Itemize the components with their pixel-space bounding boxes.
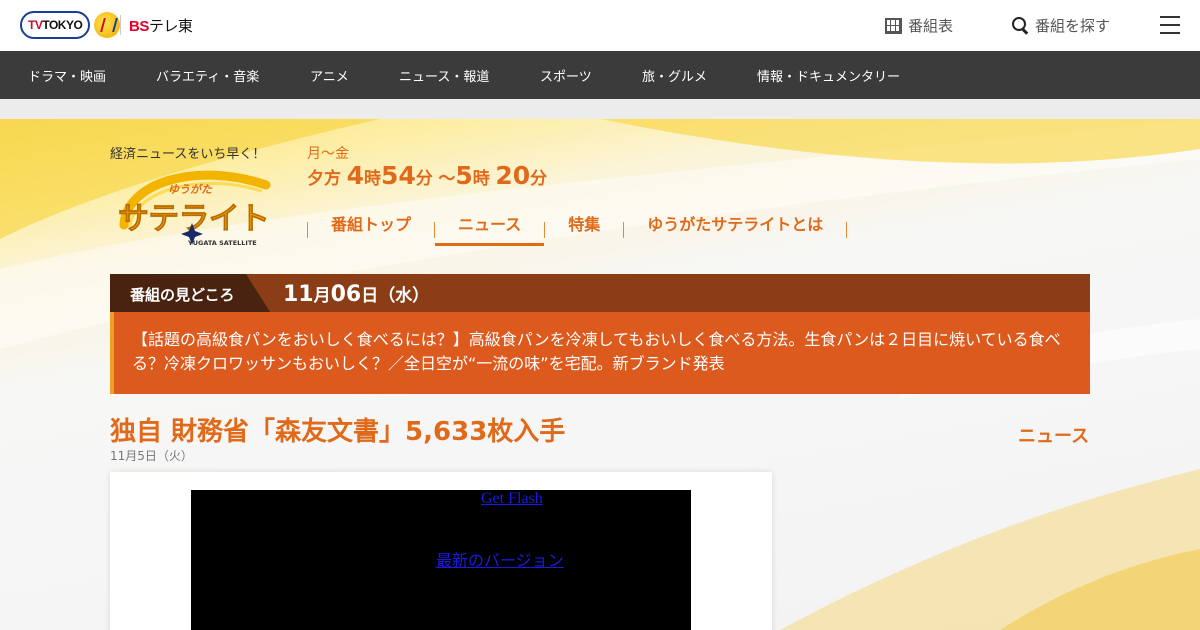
genre-sports[interactable]: スポーツ (540, 66, 592, 85)
bs-tvtokyo-logo[interactable]: BSテレ東 (129, 15, 193, 36)
nanana-mascot-icon (94, 12, 121, 38)
schedule-label: 番組表 (908, 17, 954, 35)
genre-nav: ドラマ・映画 バラエティ・音楽 アニメ ニュース・報道 スポーツ 旅・グルメ 情… (0, 51, 1200, 99)
broadcast-time: 夕方 4時54分 ～5時 20分 (307, 161, 548, 190)
logo-divider (120, 15, 121, 35)
subnav-top[interactable]: 番組トップ (308, 214, 434, 246)
spacer (0, 99, 1200, 119)
tvtokyo-logo[interactable]: TVTOKYO (20, 9, 121, 41)
video-card: Get Flash 最新のバージョン (110, 472, 772, 630)
program-grid-icon (885, 17, 902, 34)
highlight-text: 【話題の高級食パンをおいしく食べるには？】高級食パンを冷凍してもおいしく食べる方… (132, 330, 1061, 373)
hamburger-menu-icon[interactable] (1160, 16, 1180, 34)
highlight-tab-label: 番組の見どころ (130, 286, 235, 304)
get-flash-link[interactable]: Get Flash (481, 490, 543, 508)
article-date: 11月5日（火） (110, 449, 193, 463)
broadcast-days: 月～金 (307, 146, 349, 162)
program-subnav: 番組トップ ニュース 特集 ゆうがたサテライトとは (307, 214, 848, 246)
highlight-body: 【話題の高級食パンをおいしく食べるには？】高級食パンを冷凍してもおいしく食べる方… (110, 312, 1090, 394)
genre-drama-movie[interactable]: ドラマ・映画 (28, 66, 106, 85)
genre-variety-music[interactable]: バラエティ・音楽 (156, 66, 259, 85)
subnav-features[interactable]: 特集 (545, 214, 623, 246)
subnav-divider (846, 222, 848, 238)
video-player[interactable]: Get Flash 最新のバージョン (191, 490, 691, 630)
logo-kana: ゆうがた (168, 183, 213, 196)
subnav-about[interactable]: ゆうがたサテライトとは (624, 214, 846, 246)
highlight-tab: 番組の見どころ (110, 274, 272, 315)
latest-version-link[interactable]: 最新のバージョン (436, 547, 564, 571)
article-category[interactable]: ニュース (1018, 422, 1089, 448)
genre-travel-gourmet[interactable]: 旅・グルメ (642, 66, 707, 85)
tvtokyo-logo-text: TVTOKYO (20, 11, 91, 39)
search-link[interactable]: 番組を探す (1012, 15, 1110, 36)
genre-info-documentary[interactable]: 情報・ドキュメンタリー (757, 66, 900, 85)
search-label: 番組を探す (1035, 17, 1111, 35)
logo-en: YUGATA SATELLITE (187, 239, 257, 247)
program-catchphrase: 経済ニュースをいち早く！ (110, 147, 266, 162)
highlight-date: 11月06日（水） (283, 282, 430, 307)
site-header: TVTOKYO BSテレ東 番組表 番組を探す (0, 0, 1200, 51)
subnav-news[interactable]: ニュース (435, 214, 545, 246)
program-section: 経済ニュースをいち早く！ ゆうがた サテライト YUGATA SATELLITE… (0, 119, 1200, 630)
genre-anime[interactable]: アニメ (310, 66, 349, 85)
article-title: 独自 財務省「森友文書」5,633枚入手 (110, 417, 566, 447)
search-icon (1012, 17, 1029, 34)
schedule-link[interactable]: 番組表 (885, 15, 953, 36)
genre-news[interactable]: ニュース・報道 (399, 66, 489, 85)
yugata-satellite-logo[interactable]: ゆうがた サテライト YUGATA SATELLITE (116, 163, 276, 249)
